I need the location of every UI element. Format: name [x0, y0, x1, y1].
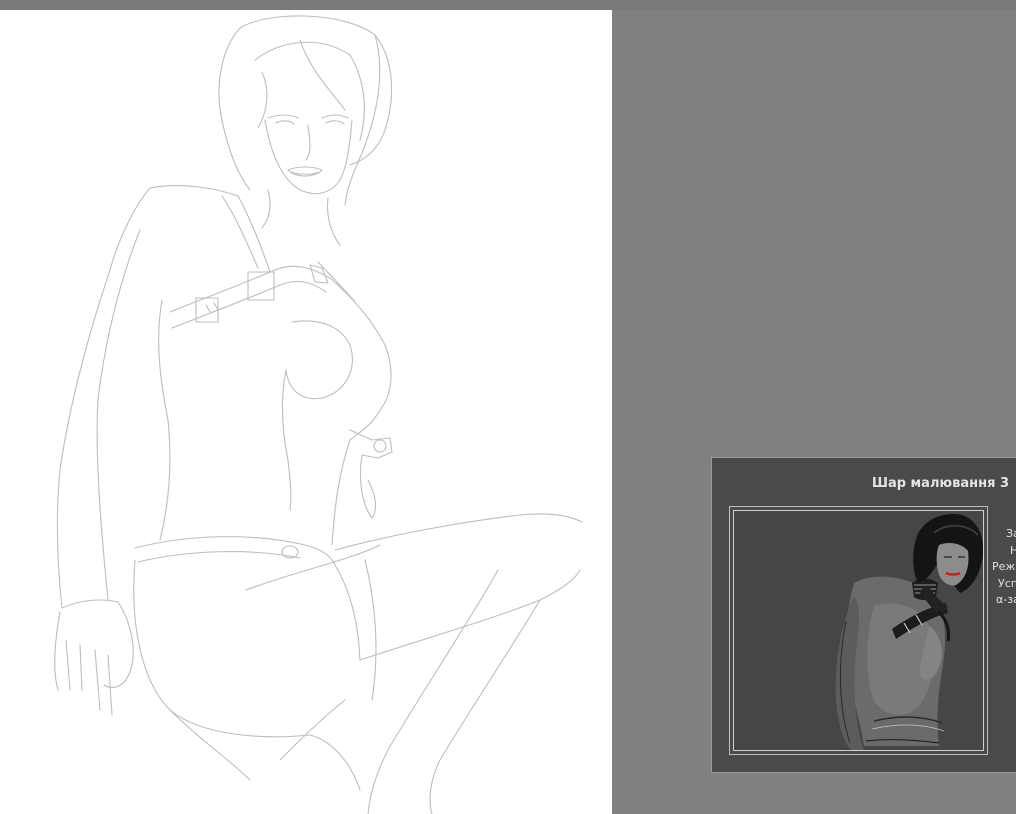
top-toolbar-strip: [0, 0, 1016, 10]
property-visible: Н: [990, 543, 1016, 560]
layer-name: Шар малювання 3: [871, 476, 1009, 491]
layer-properties: За Н Реж. Усп α-за: [990, 526, 1016, 609]
layer-preview-popup: Шар малювання 3 З Реж Усп α-з: [711, 457, 1016, 773]
property-inherit: Усп: [998, 576, 1016, 590]
layer-preview-image-icon: [835, 514, 983, 750]
property-opacity: За: [1006, 527, 1016, 540]
sketch-drawing: [54, 15, 583, 814]
layer-thumbnail-frame: [729, 506, 988, 755]
property-alpha-lock: α-за: [996, 593, 1016, 606]
layer-thumbnail: [733, 510, 984, 751]
drawing-canvas[interactable]: [0, 10, 612, 814]
property-blend-mode: Реж.: [992, 560, 1016, 573]
